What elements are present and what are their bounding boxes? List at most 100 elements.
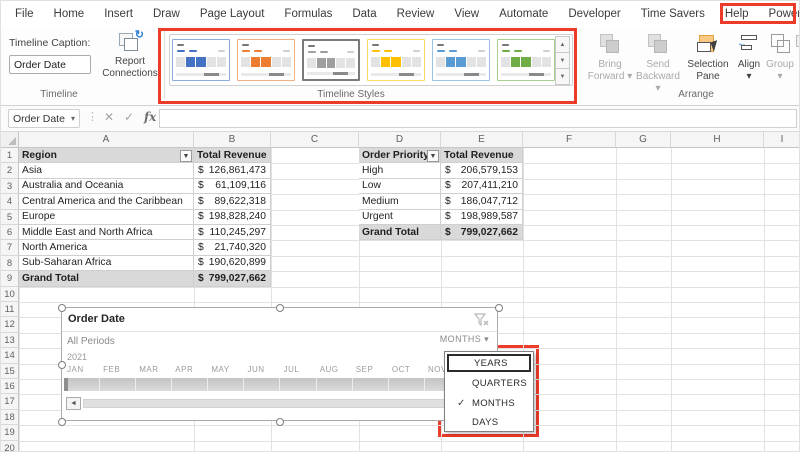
month-segment[interactable] (280, 378, 317, 391)
timeline-scroll-left-button[interactable]: ◄ (66, 397, 81, 410)
filter-dropdown-button[interactable]: ▼ (180, 149, 192, 162)
fx-icon[interactable]: fx (144, 110, 156, 124)
label-cell[interactable]: Central America and the Caribbean (19, 194, 194, 210)
revenue-cell[interactable]: $21,740,320 (194, 240, 271, 256)
cancel-icon[interactable]: ✕ (104, 110, 114, 124)
label-cell[interactable]: Asia (19, 163, 194, 179)
column-header-D[interactable]: D (359, 132, 441, 148)
resize-handle[interactable] (276, 304, 284, 312)
column-header-E[interactable]: E (441, 132, 523, 148)
menu-item-months[interactable]: MONTHS ✓ (447, 395, 531, 413)
formula-input[interactable] (159, 109, 797, 128)
revenue-cell[interactable]: $61,109,116 (194, 178, 271, 195)
row-header-9[interactable]: 9 (1, 271, 19, 287)
revenue-cell[interactable]: $206,579,153 (441, 163, 523, 179)
row-header-14[interactable]: 14 (1, 348, 19, 364)
timeline-selection-bar[interactable] (64, 378, 497, 391)
resize-handle[interactable] (58, 418, 66, 426)
month-segment[interactable] (208, 378, 245, 391)
clear-filter-icon[interactable] (473, 313, 490, 327)
timeline-scrollbar-thumb[interactable] (83, 399, 495, 408)
partial-ribbon-button[interactable] (795, 33, 799, 73)
column-header-G[interactable]: G (616, 132, 671, 148)
style-thumb-green[interactable] (497, 39, 555, 81)
revenue-cell[interactable]: $799,027,662 (441, 225, 523, 241)
enter-icon[interactable]: ✓ (124, 110, 134, 124)
month-segment[interactable] (317, 378, 353, 391)
column-header-F[interactable]: F (523, 132, 616, 148)
row-header-6[interactable]: 6 (1, 225, 19, 241)
select-all-button[interactable] (1, 132, 19, 148)
revenue-cell[interactable]: $207,411,210 (441, 178, 523, 195)
resize-handle[interactable] (58, 361, 66, 369)
gallery-scroll-down-button[interactable]: ▼ (555, 52, 570, 69)
label-cell[interactable]: Europe (19, 209, 194, 225)
row-header-18[interactable]: 18 (1, 409, 19, 426)
resize-handle[interactable] (276, 418, 284, 426)
timeline-selection-handle[interactable] (64, 378, 68, 391)
label-cell[interactable]: Urgent (359, 209, 441, 225)
revenue-cell[interactable]: $126,861,473 (194, 163, 271, 179)
row-header-1[interactable]: 1 (1, 148, 19, 164)
style-thumb-blue[interactable] (172, 39, 230, 81)
row-header-4[interactable]: 4 (1, 194, 19, 210)
row-header-3[interactable]: 3 (1, 178, 19, 195)
column-header-I[interactable]: I (764, 132, 799, 148)
tab-data[interactable]: Data (342, 3, 386, 25)
tab-developer[interactable]: Developer (558, 3, 630, 25)
tab-insert[interactable]: Insert (94, 3, 143, 25)
month-segment[interactable] (172, 378, 209, 391)
revenue-cell[interactable]: $799,027,662 (194, 271, 271, 287)
tab-file[interactable]: File (5, 3, 44, 25)
row-header-15[interactable]: 15 (1, 363, 19, 379)
gallery-more-button[interactable]: ▼ (555, 68, 570, 85)
timeline-slicer[interactable]: Order Date All Periods MONTHS ▾ 2021 JAN… (58, 304, 503, 426)
table-header-cell[interactable]: Total Revenue (194, 148, 271, 164)
label-cell[interactable]: High (359, 163, 441, 179)
resize-handle[interactable] (495, 304, 503, 312)
row-header-10[interactable]: 10 (1, 286, 19, 302)
tab-power-pivot[interactable]: Power Pivot (759, 3, 799, 25)
row-header-16[interactable]: 16 (1, 379, 19, 395)
revenue-cell[interactable]: $198,989,587 (441, 209, 523, 225)
grand-total-label-cell[interactable]: Grand Total (19, 271, 194, 287)
row-header-17[interactable]: 17 (1, 394, 19, 410)
tab-view[interactable]: View (444, 3, 489, 25)
revenue-cell[interactable]: $198,828,240 (194, 209, 271, 225)
revenue-cell[interactable]: $110,245,297 (194, 225, 271, 241)
table-header-cell[interactable]: Order Priority ▼ (359, 148, 441, 164)
tab-time-savers[interactable]: Time Savers (631, 3, 715, 25)
style-thumb-light-blue[interactable] (432, 39, 490, 81)
report-connections-button[interactable]: ↻ Report Connections (99, 29, 161, 97)
row-header-20[interactable]: 20 (1, 440, 19, 451)
tab-page-layout[interactable]: Page Layout (190, 3, 275, 25)
row-header-2[interactable]: 2 (1, 163, 19, 179)
style-thumb-yellow[interactable] (367, 39, 425, 81)
month-segment[interactable] (244, 378, 281, 391)
table-header-cell[interactable]: Region ▼ (19, 148, 194, 164)
label-cell[interactable]: North America (19, 240, 194, 256)
tab-automate[interactable]: Automate (489, 3, 558, 25)
gallery-scroll-up-button[interactable]: ▲ (555, 36, 570, 53)
style-thumb-gray[interactable] (302, 39, 360, 81)
style-thumb-orange[interactable] (237, 39, 295, 81)
filter-dropdown-button[interactable]: ▼ (427, 149, 439, 162)
month-segment[interactable] (64, 378, 101, 391)
row-header-11[interactable]: 11 (1, 302, 19, 318)
menu-item-years[interactable]: YEARS (447, 354, 531, 372)
label-cell[interactable]: Middle East and North Africa (19, 225, 194, 241)
column-header-B[interactable]: B (194, 132, 271, 148)
month-segment[interactable] (100, 378, 137, 391)
table-header-cell[interactable]: Total Revenue (441, 148, 523, 164)
timeline-caption-input[interactable] (9, 55, 91, 74)
label-cell[interactable]: Sub-Saharan Africa (19, 255, 194, 272)
tab-formulas[interactable]: Formulas (274, 3, 342, 25)
revenue-cell[interactable]: $89,622,318 (194, 194, 271, 210)
row-header-12[interactable]: 12 (1, 317, 19, 333)
month-segment[interactable] (353, 378, 389, 391)
revenue-cell[interactable]: $190,620,899 (194, 255, 271, 272)
name-box[interactable]: Order Date ▾ (8, 109, 80, 128)
label-cell[interactable]: Low (359, 178, 441, 195)
month-segment[interactable] (136, 378, 173, 391)
menu-item-quarters[interactable]: QUARTERS (447, 375, 531, 393)
